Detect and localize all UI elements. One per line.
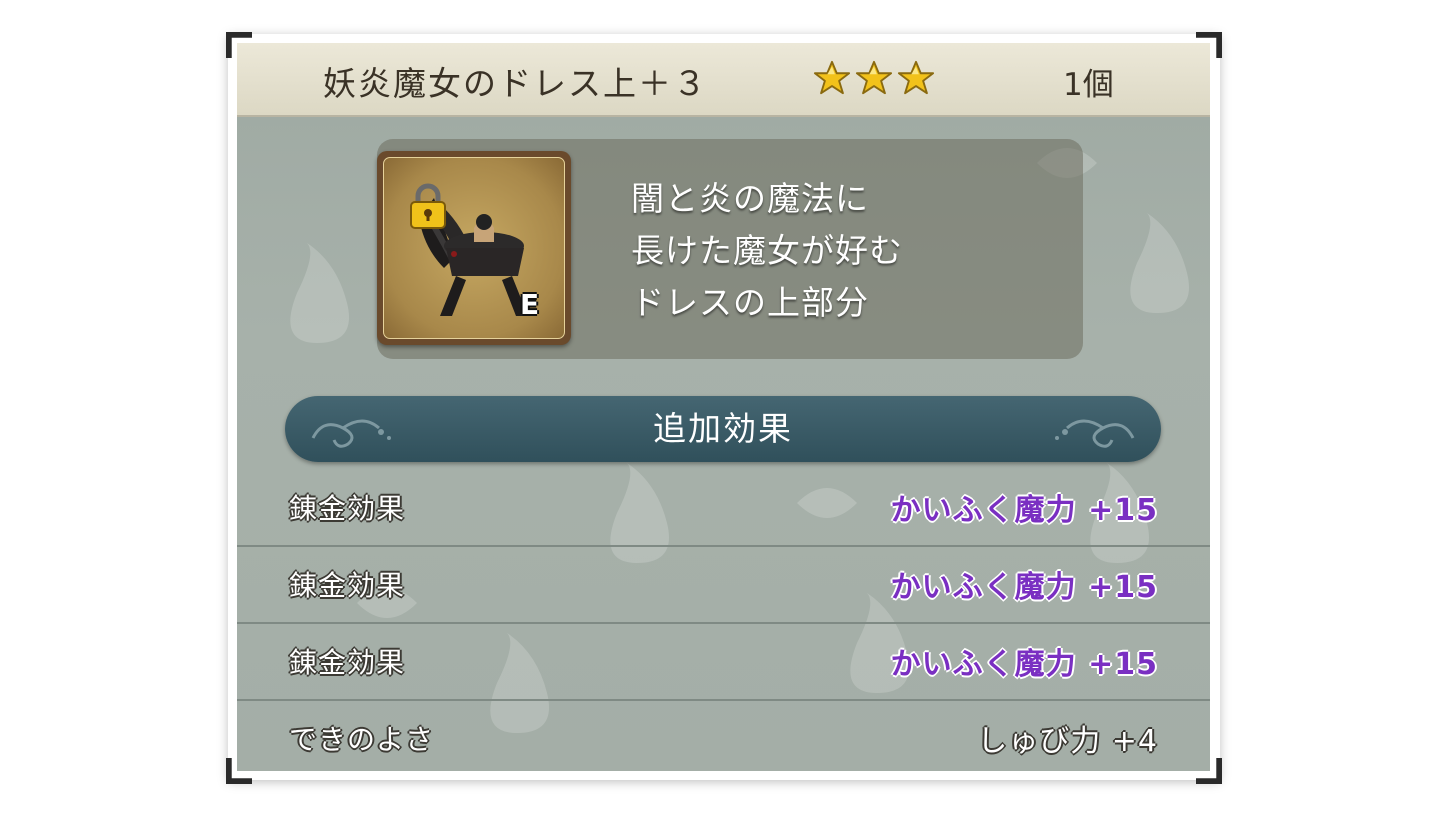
effect-row: 錬金効果 かいふく魔力 +15 — [237, 469, 1210, 547]
quality-value: しゅび力 +4 — [977, 724, 1158, 759]
effect-value: かいふく魔力 +15 — [890, 493, 1158, 528]
effect-row: 錬金効果 かいふく魔力 +15 — [237, 623, 1210, 701]
ornament-swirl-icon — [1055, 419, 1135, 448]
description-line: ドレスの上部分 — [631, 283, 869, 322]
item-description: 闇と炎の魔法に 長けた魔女が好む ドレスの上部分 — [631, 173, 1051, 329]
item-quantity: 1個 — [1063, 67, 1114, 103]
star-icon — [897, 60, 935, 95]
item-name: 妖炎魔女のドレス上＋３ — [323, 64, 708, 103]
item-icon-background: E — [383, 157, 565, 339]
rarity-stars — [813, 59, 935, 97]
description-line: 闇と炎の魔法に — [631, 179, 869, 218]
item-detail-panel: 妖炎魔女のドレス上＋３ 1個 E 闇と炎の魔法に 長けた魔女が好む ドレスの上部… — [237, 43, 1210, 771]
effect-label: 錬金効果 — [289, 646, 406, 679]
padlock-icon — [410, 183, 446, 229]
effect-row: 錬金効果 かいふく魔力 +15 — [237, 546, 1210, 624]
quality-label: できのよさ — [289, 723, 435, 756]
effect-value: かいふく魔力 +15 — [890, 570, 1158, 605]
equipped-badge: E — [520, 288, 540, 321]
effect-value: かいふく魔力 +15 — [890, 647, 1158, 682]
star-icon — [855, 60, 893, 95]
star-icon — [813, 60, 851, 95]
section-title: 追加効果 — [653, 409, 793, 448]
effect-label: 錬金効果 — [289, 492, 406, 525]
additional-effects-header: 追加効果 — [285, 396, 1161, 462]
effect-label: 錬金効果 — [289, 569, 406, 602]
title-bar: 妖炎魔女のドレス上＋３ 1個 — [237, 43, 1210, 117]
quality-row: できのよさ しゅび力 +4 — [237, 700, 1210, 771]
item-icon-frame[interactable]: E — [377, 151, 571, 345]
description-line: 長けた魔女が好む — [631, 231, 903, 270]
